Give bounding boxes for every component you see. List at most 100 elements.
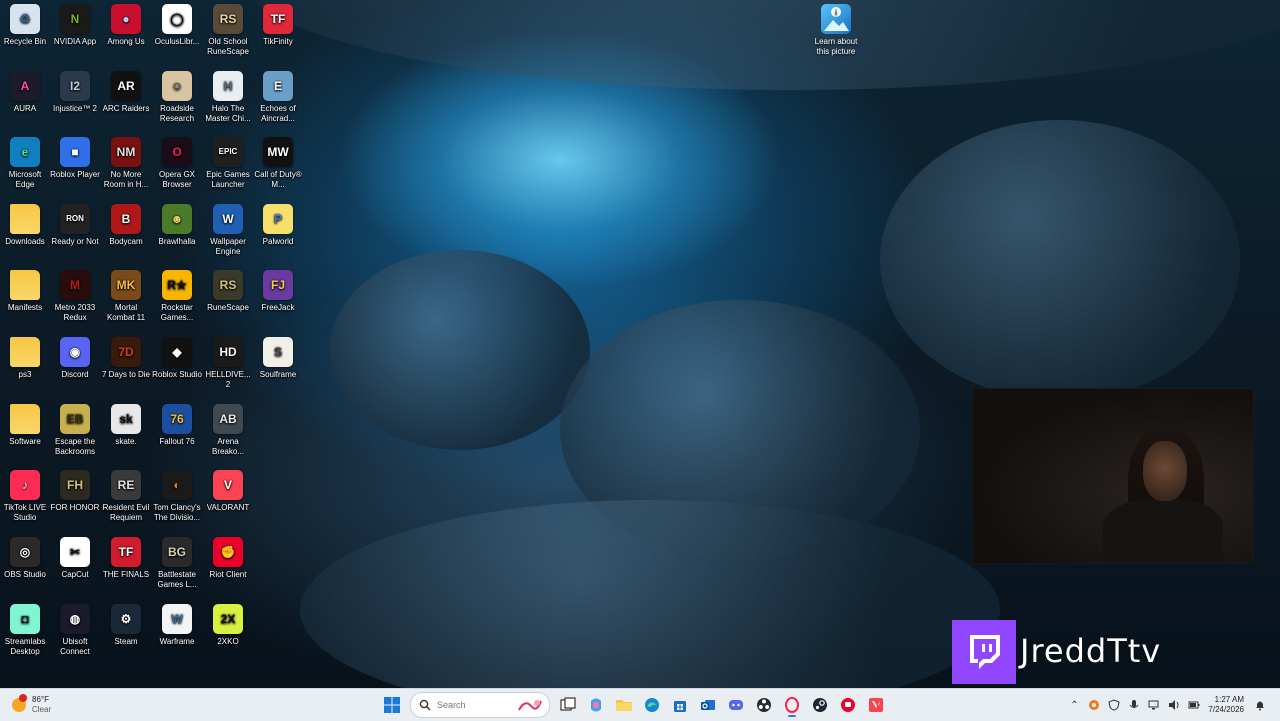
- edge-taskbar-button[interactable]: [640, 693, 664, 717]
- desktop-shortcut[interactable]: ps3: [0, 333, 50, 380]
- tray-app-icon[interactable]: [1087, 698, 1101, 712]
- desktop-shortcut[interactable]: TF TikFinity: [253, 0, 303, 47]
- desktop-shortcut[interactable]: ● Among Us: [101, 0, 151, 47]
- desktop-shortcut[interactable]: 2X 2XKO: [203, 600, 253, 647]
- notification-bell-icon[interactable]: [1253, 698, 1267, 712]
- weather-widget[interactable]: 86°F Clear: [12, 692, 51, 718]
- desktop-shortcut[interactable]: sk skate.: [101, 400, 151, 447]
- desktop-shortcut[interactable]: TF THE FINALS: [101, 533, 151, 580]
- desktop-shortcut[interactable]: ⚙ Steam: [101, 600, 151, 647]
- folder-icon: [10, 204, 40, 234]
- desktop-shortcut[interactable]: HD HELLDIVE... 2: [203, 333, 253, 390]
- desktop-shortcut[interactable]: M Metro 2033 Redux: [50, 266, 100, 323]
- desktop-shortcut-label: Among Us: [107, 37, 145, 46]
- desktop-shortcut[interactable]: ◘ Streamlabs Desktop: [0, 600, 50, 657]
- network-icon[interactable]: [1147, 698, 1161, 712]
- desktop-shortcut[interactable]: RS Old School RuneScape: [203, 0, 253, 57]
- desktop-shortcut[interactable]: P Palworld: [253, 200, 303, 247]
- discord-taskbar-button[interactable]: [724, 693, 748, 717]
- desktop-shortcut[interactable]: V VALORANT: [203, 466, 253, 513]
- desktop-shortcut[interactable]: ✂ CapCut: [50, 533, 100, 580]
- file-explorer-button[interactable]: [612, 693, 636, 717]
- desktop-shortcut[interactable]: Manifests: [0, 266, 50, 313]
- desktop-shortcut[interactable]: 7D 7 Days to Die: [101, 333, 151, 380]
- desktop-shortcut[interactable]: RON Ready or Not: [50, 200, 100, 247]
- riot-client-taskbar-button[interactable]: [836, 693, 860, 717]
- wallpaper-rock-left: [330, 250, 590, 450]
- desktop-shortcut[interactable]: Software: [0, 400, 50, 447]
- start-button[interactable]: [380, 693, 404, 717]
- desktop-shortcut[interactable]: A AURA: [0, 67, 50, 114]
- desktop-shortcut-label: Palworld: [262, 237, 294, 246]
- tikfinity-icon: TF: [263, 4, 293, 34]
- epic-games-icon: EPIC: [213, 137, 243, 167]
- 2xko-icon: 2X: [213, 604, 243, 634]
- desktop-shortcut[interactable]: ◐ Tom Clancy's The Divisio...: [152, 466, 202, 523]
- task-view-button[interactable]: [556, 693, 580, 717]
- desktop-shortcut[interactable]: ♻ Recycle Bin: [0, 0, 50, 47]
- webcam-person-body: [1103, 499, 1223, 563]
- copilot-button[interactable]: [584, 693, 608, 717]
- desktop-shortcut[interactable]: W Warframe: [152, 600, 202, 647]
- desktop-shortcut[interactable]: FJ FreeJack: [253, 266, 303, 313]
- steam-taskbar-button[interactable]: [808, 693, 832, 717]
- desktop-shortcut[interactable]: e Microsoft Edge: [0, 133, 50, 190]
- microphone-icon[interactable]: [1127, 698, 1141, 712]
- desktop-shortcut[interactable]: ♪ TikTok LIVE Studio: [0, 466, 50, 523]
- desktop-shortcut[interactable]: FH FOR HONOR: [50, 466, 100, 513]
- store-button[interactable]: [668, 693, 692, 717]
- desktop-shortcut-label: HELLDIVE... 2: [205, 370, 251, 389]
- desktop-shortcut[interactable]: AB Arena Breako...: [203, 400, 253, 457]
- opera-gx-icon: O: [162, 137, 192, 167]
- desktop-shortcut[interactable]: H Halo The Master Chi...: [203, 67, 253, 124]
- folder-icon: [10, 404, 40, 434]
- desktop-shortcut[interactable]: N NVIDIA App: [50, 0, 100, 47]
- learn-about-picture-shortcut[interactable]: i Learn about this picture: [810, 0, 862, 57]
- task-view-icon: [560, 697, 576, 711]
- desktop-shortcut[interactable]: NM No More Room in H...: [101, 133, 151, 190]
- desktop-shortcut[interactable]: I2 Injustice™ 2: [50, 67, 100, 114]
- taskbar-clock[interactable]: 1:27 AM 7/24/2026: [1208, 695, 1244, 715]
- taskbar-search-box[interactable]: [410, 692, 550, 718]
- halo-icon: H: [213, 71, 243, 101]
- valorant-taskbar-button[interactable]: [864, 693, 888, 717]
- weather-temperature: 86°F: [32, 695, 49, 704]
- desktop-shortcut[interactable]: BG Battlestate Games L...: [152, 533, 202, 590]
- battery-icon[interactable]: [1187, 698, 1201, 712]
- outlook-button[interactable]: [696, 693, 720, 717]
- desktop-shortcut[interactable]: S Soulframe: [253, 333, 303, 380]
- desktop-shortcut[interactable]: O Opera GX Browser: [152, 133, 202, 190]
- desktop-shortcut-label: Discord: [61, 370, 89, 379]
- desktop-shortcut[interactable]: ☺ Roadside Research: [152, 67, 202, 124]
- desktop-shortcut[interactable]: Downloads: [0, 200, 50, 247]
- desktop-shortcut[interactable]: MW Call of Duty® M...: [253, 133, 303, 190]
- shield-icon[interactable]: [1107, 698, 1121, 712]
- search-input[interactable]: [435, 699, 529, 711]
- desktop-shortcut[interactable]: EPIC Epic Games Launcher: [203, 133, 253, 190]
- desktop-shortcut[interactable]: ☻ Brawlhalla: [152, 200, 202, 247]
- desktop-shortcut[interactable]: AR ARC Raiders: [101, 67, 151, 114]
- desktop-shortcut[interactable]: EB Escape the Backrooms: [50, 400, 100, 457]
- desktop-shortcut[interactable]: ✊ Riot Client: [203, 533, 253, 580]
- desktop-shortcut[interactable]: ◎ OBS Studio: [0, 533, 50, 580]
- desktop-shortcut[interactable]: B Bodycam: [101, 200, 151, 247]
- show-hidden-icons-chevron-icon[interactable]: ⌃: [1067, 698, 1081, 712]
- desktop-shortcut[interactable]: ◍ Ubisoft Connect: [50, 600, 100, 657]
- volume-icon[interactable]: [1167, 698, 1181, 712]
- desktop-shortcut-label: Resident Evil Requiem: [102, 503, 150, 522]
- wallpaper-rock-floor: [300, 500, 1000, 720]
- obs-taskbar-button[interactable]: [752, 693, 776, 717]
- recycle-bin-icon: ♻: [10, 4, 40, 34]
- desktop-shortcut[interactable]: R★ Rockstar Games...: [152, 266, 202, 323]
- desktop-shortcut[interactable]: W Wallpaper Engine: [203, 200, 253, 257]
- desktop-shortcut[interactable]: RE Resident Evil Requiem: [101, 466, 151, 523]
- desktop-shortcut[interactable]: ◆ Roblox Studio: [152, 333, 202, 380]
- desktop-shortcut[interactable]: RS RuneScape: [203, 266, 253, 313]
- desktop-shortcut[interactable]: ◉ Discord: [50, 333, 100, 380]
- opera-gx-taskbar-button[interactable]: [780, 693, 804, 717]
- desktop-shortcut[interactable]: ◯ OculusLibr...: [152, 0, 202, 47]
- desktop-shortcut[interactable]: MK Mortal Kombat 11: [101, 266, 151, 323]
- desktop-shortcut[interactable]: ■ Roblox Player: [50, 133, 100, 180]
- desktop-shortcut[interactable]: E Echoes of Aincrad...: [253, 67, 303, 124]
- desktop-shortcut[interactable]: 76 Fallout 76: [152, 400, 202, 447]
